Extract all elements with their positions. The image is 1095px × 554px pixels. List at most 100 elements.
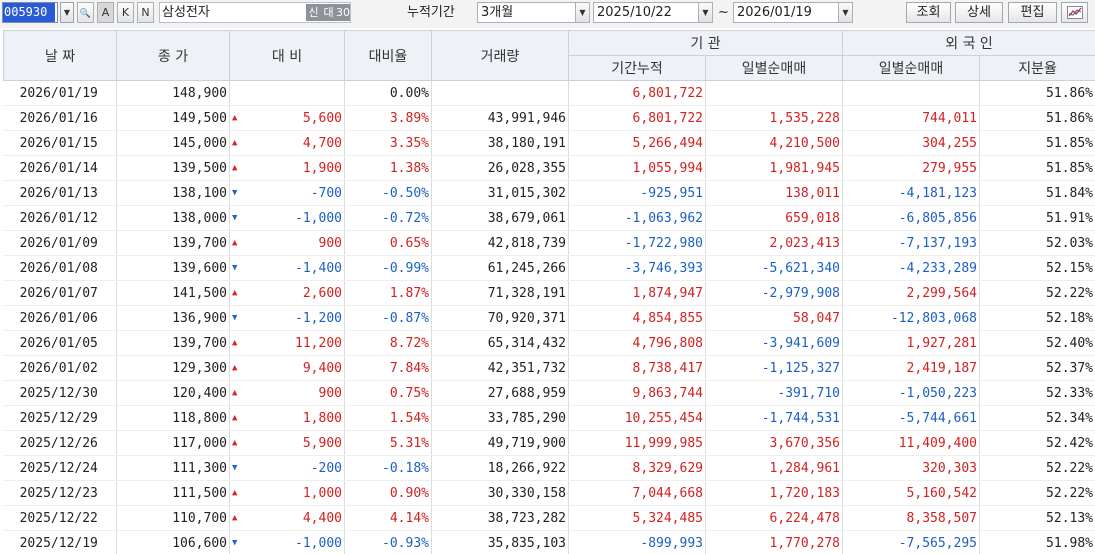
chart-icon: [1066, 6, 1083, 19]
table-row[interactable]: 2026/01/06 136,900 ▼ -1,200 -0.87% 70,920,371…: [3, 305, 1095, 331]
cell-foreign-share: 52.15%: [979, 255, 1095, 281]
header-change[interactable]: 대 비: [229, 30, 345, 81]
cell-volume: 65,314,432: [431, 330, 569, 356]
cell-inst-daily: 58,047: [705, 305, 843, 331]
header-inst-daily[interactable]: 일별순매매: [705, 55, 843, 81]
from-date-picker[interactable]: 2025/10/22 ▼: [593, 2, 713, 23]
cell-close: 106,600: [116, 530, 230, 554]
table-row[interactable]: 2026/01/05 139,700 ▲ 11,200 8.72% 65,314,432 4…: [3, 330, 1095, 356]
up-triangle-icon: ▲: [232, 163, 238, 173]
cell-change-rate: 1.87%: [344, 280, 432, 306]
stock-name-field[interactable]: 삼성전자 신 대 30: [159, 2, 351, 23]
table-row[interactable]: 2025/12/29 118,800 ▲ 1,800 1.54% 33,785,290 10…: [3, 405, 1095, 431]
table-row[interactable]: 2025/12/19 106,600 ▼ -1,000 -0.93% 35,835,103…: [3, 530, 1095, 554]
a-toggle-button[interactable]: A: [97, 2, 114, 23]
cell-foreign-share: 51.86%: [979, 80, 1095, 106]
header-close[interactable]: 종 가: [116, 30, 230, 81]
cell-change-rate: 5.31%: [344, 430, 432, 456]
cell-close: 117,000: [116, 430, 230, 456]
cell-close: 111,300: [116, 455, 230, 481]
change-value: -200: [310, 460, 342, 476]
table-row[interactable]: 2026/01/02 129,300 ▲ 9,400 7.84% 42,351,732 8,…: [3, 355, 1095, 381]
investor-trend-table: 날 짜 종 가 대 비 대비율 거래량 기 관 외 국 인 기간누적 일별순매매…: [3, 30, 1095, 554]
cell-change: ▲ 9,400: [229, 355, 345, 381]
change-value: 5,600: [302, 110, 342, 126]
cell-foreign-share: 52.37%: [979, 355, 1095, 381]
header-date[interactable]: 날 짜: [3, 30, 117, 81]
cell-inst-daily: -1,125,327: [705, 355, 843, 381]
table-row[interactable]: 2026/01/08 139,600 ▼ -1,400 -0.99% 61,245,266…: [3, 255, 1095, 281]
cell-inst-cumulative: 5,266,494: [568, 130, 706, 156]
table-row[interactable]: 2026/01/07 141,500 ▲ 2,600 1.87% 71,328,191 1,…: [3, 280, 1095, 306]
cell-inst-daily: 1,981,945: [705, 155, 843, 181]
cell-date: 2025/12/29: [3, 405, 117, 431]
table-row[interactable]: 2026/01/14 139,500 ▲ 1,900 1.38% 26,028,355 1,…: [3, 155, 1095, 181]
cell-inst-cumulative: 4,854,855: [568, 305, 706, 331]
table-row[interactable]: 2026/01/15 145,000 ▲ 4,700 3.35% 38,180,191 5,…: [3, 130, 1095, 156]
cell-inst-daily: 6,224,478: [705, 505, 843, 531]
table-row[interactable]: 2026/01/13 138,100 ▼ -700 -0.50% 31,015,302 -9…: [3, 180, 1095, 206]
cell-inst-daily: -3,941,609: [705, 330, 843, 356]
cell-date: 2025/12/19: [3, 530, 117, 554]
up-triangle-icon: ▲: [232, 488, 238, 498]
cell-inst-daily: 3,670,356: [705, 430, 843, 456]
query-button[interactable]: 조회: [906, 2, 951, 23]
chevron-down-icon: ▼: [575, 3, 589, 22]
detail-button[interactable]: 상세: [955, 2, 1003, 23]
table-row[interactable]: 2025/12/23 111,500 ▲ 1,000 0.90% 30,330,158 7,…: [3, 480, 1095, 506]
table-row[interactable]: 2025/12/24 111,300 ▼ -200 -0.18% 18,266,922 8,…: [3, 455, 1095, 481]
table-row[interactable]: 2026/01/12 138,000 ▼ -1,000 -0.72% 38,679,061…: [3, 205, 1095, 231]
cell-volume: 38,723,282: [431, 505, 569, 531]
cell-foreign-daily: 5,160,542: [842, 480, 980, 506]
loan-badge: 대: [321, 4, 336, 21]
k-toggle-button[interactable]: K: [117, 2, 134, 23]
cell-foreign-daily: 279,955: [842, 155, 980, 181]
cell-change: ▲ 2,600: [229, 280, 345, 306]
table-row[interactable]: 2026/01/16 149,500 ▲ 5,600 3.89% 43,991,946 6,…: [3, 105, 1095, 131]
edit-button[interactable]: 편집: [1008, 2, 1057, 23]
cell-foreign-daily: 1,927,281: [842, 330, 980, 356]
change-value: -1,000: [295, 535, 342, 551]
cell-change-rate: -0.93%: [344, 530, 432, 554]
cell-inst-cumulative: 6,801,722: [568, 80, 706, 106]
stock-code-input[interactable]: 005930: [2, 2, 58, 23]
code-dropdown-button[interactable]: ▼: [60, 2, 74, 23]
chart-button[interactable]: [1061, 2, 1088, 23]
table-row[interactable]: 2026/01/19 148,900 0.00% 6,801,722 51.86%: [3, 80, 1095, 106]
cell-inst-daily: -391,710: [705, 380, 843, 406]
cell-change-rate: 7.84%: [344, 355, 432, 381]
cell-close: 110,700: [116, 505, 230, 531]
to-date-picker[interactable]: 2026/01/19 ▼: [733, 2, 853, 23]
table-row[interactable]: 2026/01/09 139,700 ▲ 900 0.65% 42,818,739 -1,7…: [3, 230, 1095, 256]
change-value: 900: [318, 385, 342, 401]
cell-change-rate: 0.90%: [344, 480, 432, 506]
table-row[interactable]: 2025/12/30 120,400 ▲ 900 0.75% 27,688,959 9,86…: [3, 380, 1095, 406]
cell-inst-cumulative: 9,863,744: [568, 380, 706, 406]
header-change-rate[interactable]: 대비율: [344, 30, 432, 81]
cell-close: 111,500: [116, 480, 230, 506]
table-header: 날 짜 종 가 대 비 대비율 거래량 기 관 외 국 인 기간누적 일별순매매…: [3, 30, 1095, 81]
change-value: 11,200: [295, 335, 342, 351]
change-value: 2,600: [302, 285, 342, 301]
cell-date: 2025/12/22: [3, 505, 117, 531]
table-row[interactable]: 2025/12/22 110,700 ▲ 4,400 4.14% 38,723,282 5,…: [3, 505, 1095, 531]
cell-volume: 38,180,191: [431, 130, 569, 156]
cell-volume: 71,328,191: [431, 280, 569, 306]
cell-foreign-daily: 304,255: [842, 130, 980, 156]
table-row[interactable]: 2025/12/26 117,000 ▲ 5,900 5.31% 49,719,900 11…: [3, 430, 1095, 456]
change-value: -1,000: [295, 210, 342, 226]
period-select[interactable]: 3개월 ▼: [477, 2, 590, 23]
header-volume[interactable]: 거래량: [431, 30, 569, 81]
cell-inst-daily: 4,210,500: [705, 130, 843, 156]
cell-volume: 31,015,302: [431, 180, 569, 206]
header-inst-cumulative[interactable]: 기간누적: [568, 55, 706, 81]
header-foreign-share[interactable]: 지분율: [978, 55, 1095, 81]
header-foreign-daily[interactable]: 일별순매매: [842, 55, 980, 81]
n-toggle-button[interactable]: N: [137, 2, 154, 23]
search-button[interactable]: 🔍: [77, 2, 94, 23]
cell-change-rate: -0.18%: [344, 455, 432, 481]
cell-date: 2026/01/16: [3, 105, 117, 131]
cell-foreign-daily: 320,303: [842, 455, 980, 481]
cell-change: ▼ -1,000: [229, 530, 345, 554]
cell-foreign-share: 51.85%: [979, 155, 1095, 181]
